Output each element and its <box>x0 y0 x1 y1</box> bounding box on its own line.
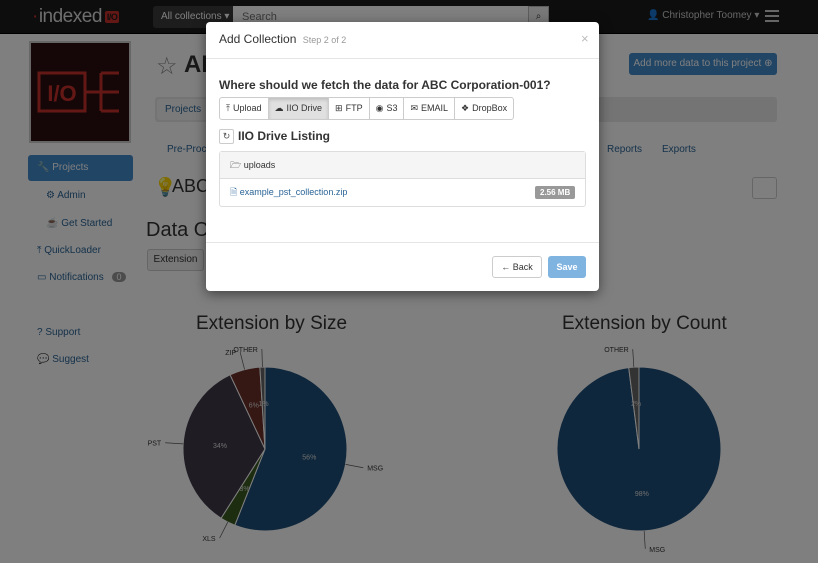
source-label: Upload <box>232 103 262 113</box>
source-upload-button[interactable]: ⤒ Upload <box>219 97 269 120</box>
fetch-question-target: ABC Corporation-001? <box>421 78 551 92</box>
source-s3-button[interactable]: ◉ S3 <box>368 97 405 120</box>
modal-step: Step 2 of 2 <box>302 35 347 45</box>
refresh-icon: ↻ <box>222 131 231 141</box>
folder-name: uploads <box>243 160 276 170</box>
modal-footer-divider <box>206 242 599 243</box>
modal-title-text: Add Collection <box>219 32 297 46</box>
globe-icon: ◉ <box>375 103 384 113</box>
modal-header: Add Collection Step 2 of 2 × <box>206 22 599 59</box>
source-label: S3 <box>386 103 398 113</box>
file-size-badge: 2.56 MB <box>535 186 576 199</box>
source-label: DropBox <box>472 103 508 113</box>
dropbox-icon: ❖ <box>461 103 470 113</box>
source-iio-drive-button[interactable]: ☁ IIO Drive <box>267 97 330 120</box>
close-icon[interactable]: × <box>581 31 589 46</box>
listing-title: IIO Drive Listing <box>238 129 331 143</box>
add-collection-modal: Add Collection Step 2 of 2 × Where shoul… <box>206 22 599 291</box>
file-name-link[interactable]: example_pst_collection.zip <box>240 187 348 197</box>
save-button[interactable]: Save <box>548 256 586 278</box>
source-dropbox-button[interactable]: ❖ DropBox <box>454 97 515 120</box>
source-ftp-button[interactable]: ⊞ FTP <box>328 97 370 120</box>
fetch-question: Where should we fetch the data for ABC C… <box>219 78 551 92</box>
source-email-button[interactable]: ✉ EMAIL <box>403 97 456 120</box>
file-icon: 🗎 <box>230 187 238 197</box>
file-row[interactable]: 🗎 example_pst_collection.zip <box>220 179 585 206</box>
sitemap-icon: ⊞ <box>335 103 343 113</box>
folder-open-icon: 🗁 <box>230 160 242 170</box>
source-label: EMAIL <box>421 103 449 113</box>
modal-title: Add Collection Step 2 of 2 <box>219 32 346 46</box>
source-label: FTP <box>345 103 363 113</box>
back-button[interactable]: ← Back <box>492 256 542 278</box>
upload-icon: ⤒ <box>226 103 230 113</box>
fetch-question-prefix: Where should we fetch the data for <box>219 78 419 92</box>
cloud-icon: ☁ <box>274 103 284 113</box>
source-button-group: ⤒ Upload ☁ IIO Drive ⊞ FTP ◉ S3 ✉ EMAIL ❖ Drop… <box>219 97 515 120</box>
envelope-icon: ✉ <box>410 103 418 113</box>
refresh-button[interactable]: ↻ <box>219 129 234 144</box>
folder-row[interactable]: 🗁 uploads <box>220 152 585 179</box>
source-label: IIO Drive <box>286 103 323 113</box>
drive-listing: 🗁 uploads 🗎 example_pst_collection.zip 2… <box>219 151 586 207</box>
